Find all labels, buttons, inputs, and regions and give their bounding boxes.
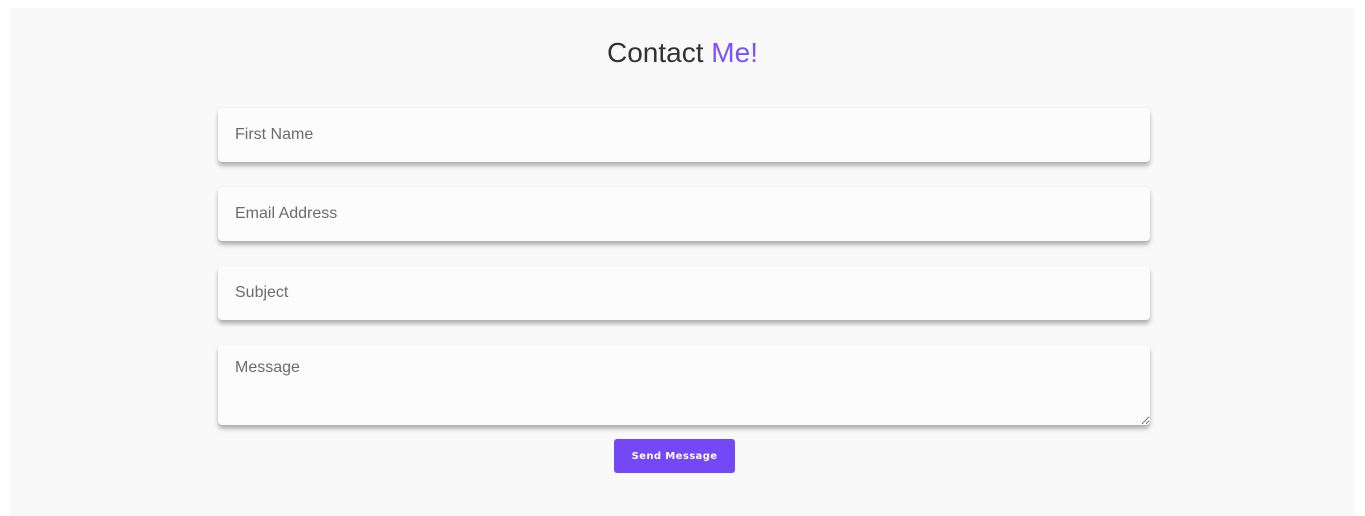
email-input[interactable]	[218, 187, 1150, 241]
title-main: Contact	[607, 37, 704, 68]
subject-input[interactable]	[218, 266, 1150, 320]
title-accent: Me!	[711, 37, 758, 68]
page-title: Contact Me!	[10, 36, 1355, 70]
contact-section: Contact Me! Send Message	[10, 8, 1355, 516]
first-name-input[interactable]	[218, 108, 1150, 162]
send-message-button[interactable]: Send Message	[614, 439, 735, 473]
message-textarea[interactable]	[218, 345, 1150, 425]
